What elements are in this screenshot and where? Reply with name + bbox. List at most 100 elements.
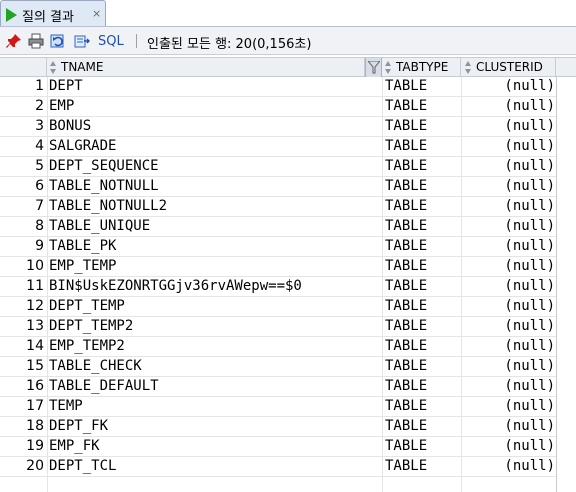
cell-clusterid[interactable]: (null) (461, 378, 555, 394)
row-number: 6 (35, 178, 44, 194)
cell-tname[interactable]: EMP (49, 98, 381, 114)
table-row[interactable]: 11 BIN$UskEZONRTGGjv36rvAWepw==$0 TABLE (nu… (0, 277, 556, 297)
cell-tabtype[interactable]: TABLE (385, 318, 427, 334)
cell-clusterid[interactable]: (null) (461, 418, 555, 434)
table-row[interactable]: 10 EMP_TEMP TABLE (null) (0, 257, 556, 277)
cell-tabtype[interactable]: TABLE (385, 218, 427, 234)
cell-tname[interactable]: DEPT_TEMP2 (49, 318, 381, 334)
cell-tname[interactable]: DEPT_TCL (49, 458, 381, 474)
cell-tabtype[interactable]: TABLE (385, 158, 427, 174)
cell-tname[interactable]: EMP_FK (49, 438, 381, 454)
row-number: 2 (35, 98, 44, 114)
cell-tabtype[interactable]: TABLE (385, 338, 427, 354)
cell-tabtype[interactable]: TABLE (385, 398, 427, 414)
table-row[interactable]: 18 DEPT_FK TABLE (null) (0, 417, 556, 437)
table-row[interactable]: 13 DEPT_TEMP2 TABLE (null) (0, 317, 556, 337)
row-number: 3 (35, 118, 44, 134)
column-header-tname[interactable]: TNAME (47, 58, 365, 77)
cell-clusterid[interactable]: (null) (461, 218, 555, 234)
cell-tname[interactable]: TABLE_PK (49, 238, 381, 254)
column-header-tabtype[interactable]: TABTYPE (382, 58, 461, 77)
cell-clusterid[interactable]: (null) (461, 338, 555, 354)
cell-clusterid[interactable]: (null) (461, 178, 555, 194)
cell-clusterid[interactable]: (null) (461, 438, 555, 454)
cell-clusterid[interactable]: (null) (461, 458, 555, 474)
cell-tname[interactable]: EMP_TEMP (49, 258, 381, 274)
cell-tname[interactable]: TABLE_NOTNULL2 (49, 198, 381, 214)
column-filter-button[interactable] (365, 58, 382, 77)
cell-tname[interactable]: BONUS (49, 118, 381, 134)
cell-clusterid[interactable]: (null) (461, 238, 555, 254)
cell-clusterid[interactable]: (null) (461, 78, 555, 94)
table-row[interactable]: 17 TEMP TABLE (null) (0, 397, 556, 417)
table-row[interactable]: 19 EMP_FK TABLE (null) (0, 437, 556, 457)
cell-tabtype[interactable]: TABLE (385, 378, 427, 394)
cell-tname[interactable]: TABLE_UNIQUE (49, 218, 381, 234)
cell-clusterid[interactable]: (null) (461, 278, 555, 294)
cell-clusterid[interactable]: (null) (461, 298, 555, 314)
cell-clusterid[interactable]: (null) (461, 98, 555, 114)
row-number: 15 (26, 358, 44, 374)
column-header-clusterid[interactable]: CLUSTERID (461, 58, 556, 77)
cell-tname[interactable]: EMP_TEMP2 (49, 338, 381, 354)
table-row[interactable]: 8 TABLE_UNIQUE TABLE (null) (0, 217, 556, 237)
table-row[interactable]: 5 DEPT_SEQUENCE TABLE (null) (0, 157, 556, 177)
cell-tabtype[interactable]: TABLE (385, 78, 427, 94)
cell-tname[interactable]: DEPT_TEMP (49, 298, 381, 314)
cell-tabtype[interactable]: TABLE (385, 198, 427, 214)
refresh-icon[interactable] (50, 33, 66, 49)
table-row[interactable]: 1 DEPT TABLE (null) (0, 77, 556, 97)
cell-clusterid[interactable]: (null) (461, 258, 555, 274)
table-row[interactable]: 3 BONUS TABLE (null) (0, 117, 556, 137)
cell-clusterid[interactable]: (null) (461, 118, 555, 134)
cell-tabtype[interactable]: TABLE (385, 458, 427, 474)
cell-tname[interactable]: TABLE_CHECK (49, 358, 381, 374)
cell-tname[interactable]: SALGRADE (49, 138, 381, 154)
cell-clusterid[interactable]: (null) (461, 198, 555, 214)
cell-tabtype[interactable]: TABLE (385, 138, 427, 154)
cell-tabtype[interactable]: TABLE (385, 298, 427, 314)
sql-button[interactable]: SQL (98, 34, 124, 49)
cell-clusterid[interactable]: (null) (461, 398, 555, 414)
close-icon[interactable]: × (92, 7, 101, 20)
cell-tabtype[interactable]: TABLE (385, 418, 427, 434)
cell-tname[interactable]: TEMP (49, 398, 381, 414)
cell-tabtype[interactable]: TABLE (385, 178, 427, 194)
export-icon[interactable] (74, 33, 90, 49)
cell-tabtype[interactable]: TABLE (385, 358, 427, 374)
cell-tabtype[interactable]: TABLE (385, 98, 427, 114)
table-row[interactable]: 16 TABLE_DEFAULT TABLE (null) (0, 377, 556, 397)
fetch-status: 인출된 모든 행: 20(0,156초) (147, 37, 312, 52)
table-row[interactable]: 20 DEPT_TCL TABLE (null) (0, 457, 556, 477)
print-icon[interactable] (28, 33, 44, 49)
column-header-label: CLUSTERID (476, 60, 543, 74)
table-row[interactable]: 6 TABLE_NOTNULL TABLE (null) (0, 177, 556, 197)
cell-tname[interactable]: DEPT (49, 78, 381, 94)
cell-tabtype[interactable]: TABLE (385, 118, 427, 134)
cell-tname[interactable]: TABLE_DEFAULT (49, 378, 381, 394)
cell-clusterid[interactable]: (null) (461, 138, 555, 154)
table-row[interactable]: 12 DEPT_TEMP TABLE (null) (0, 297, 556, 317)
row-number: 4 (35, 138, 44, 154)
cell-clusterid[interactable]: (null) (461, 158, 555, 174)
table-row[interactable]: 9 TABLE_PK TABLE (null) (0, 237, 556, 257)
pin-icon[interactable] (6, 33, 22, 49)
tab-query-result[interactable]: 질의 결과 × (0, 0, 106, 27)
table-row[interactable]: 4 SALGRADE TABLE (null) (0, 137, 556, 157)
table-row[interactable]: 14 EMP_TEMP2 TABLE (null) (0, 337, 556, 357)
cell-tabtype[interactable]: TABLE (385, 438, 427, 454)
cell-tname[interactable]: TABLE_NOTNULL (49, 178, 381, 194)
cell-tname[interactable]: DEPT_SEQUENCE (49, 158, 381, 174)
row-number: 11 (26, 278, 44, 294)
table-row[interactable]: 2 EMP TABLE (null) (0, 97, 556, 117)
table-row[interactable]: 7 TABLE_NOTNULL2 TABLE (null) (0, 197, 556, 217)
cell-tabtype[interactable]: TABLE (385, 258, 427, 274)
cell-tname[interactable]: DEPT_FK (49, 418, 381, 434)
row-number: 12 (26, 298, 44, 314)
table-row[interactable]: 15 TABLE_CHECK TABLE (null) (0, 357, 556, 377)
cell-clusterid[interactable]: (null) (461, 318, 555, 334)
cell-tname[interactable]: BIN$UskEZONRTGGjv36rvAWepw==$0 (49, 278, 381, 294)
cell-tabtype[interactable]: TABLE (385, 278, 427, 294)
cell-clusterid[interactable]: (null) (461, 358, 555, 374)
cell-tabtype[interactable]: TABLE (385, 238, 427, 254)
